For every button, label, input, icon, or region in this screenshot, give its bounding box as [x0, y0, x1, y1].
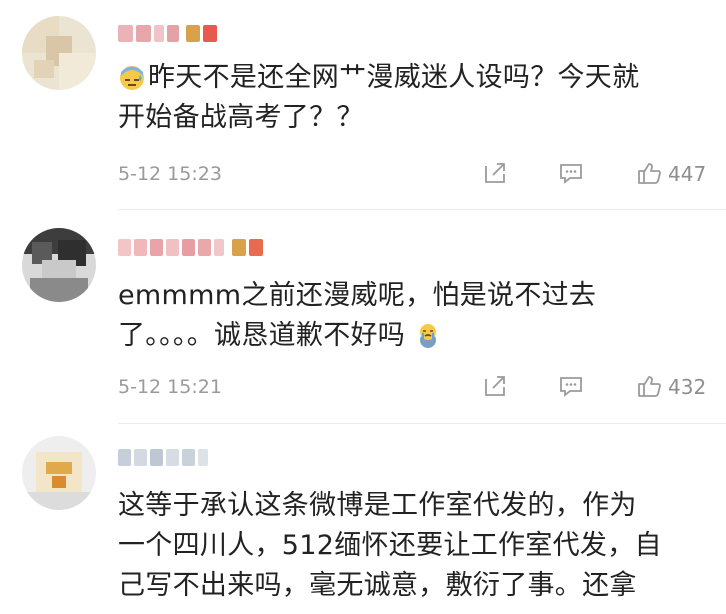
avatar[interactable]: [22, 436, 96, 510]
comment-text: 这等于承认这条微博是工作室代发的，作为 一个四川人，512缅怀还要让工作室代发，…: [118, 486, 708, 606]
timestamp: 5-12 15:21: [118, 376, 222, 398]
avatar[interactable]: [22, 16, 96, 90]
comment-icon[interactable]: [558, 373, 584, 399]
comment-item: emmmm之前还漫威呢，怕是说不过去 了。。。。诚恳道歉不好吗 5-12 15:…: [0, 210, 726, 424]
thumbs-up-icon[interactable]: [636, 373, 662, 399]
comment-icon[interactable]: [558, 160, 584, 186]
username-blurred[interactable]: [118, 446, 208, 468]
comment-line: 己写不出来吗，毫无诚意，敷衍了事。还拿: [118, 570, 637, 601]
forward-icon[interactable]: [482, 160, 508, 186]
comment-line: 这等于承认这条微博是工作室代发的，作为: [118, 490, 637, 521]
username-blurred[interactable]: [118, 236, 263, 258]
username-blurred[interactable]: [118, 22, 217, 44]
comment-feed: 昨天不是还全网艹漫威迷人设吗？今天就 开始备战高考了？？ 5-12 15:23 …: [0, 0, 726, 614]
comment-line: 了。。。。诚恳道歉不好吗: [118, 320, 406, 351]
forward-icon[interactable]: [482, 373, 508, 399]
comment-line: 一个四川人，512缅怀还要让工作室代发，自: [118, 530, 662, 561]
comment-meta: 5-12 15:21 432: [118, 373, 726, 403]
avatar[interactable]: [22, 228, 96, 302]
crying-face-emoji: [420, 324, 436, 348]
comment-line: emmmm之前还漫威呢，怕是说不过去: [118, 280, 597, 311]
sweat-face-emoji: [120, 66, 144, 90]
like-count: 447: [668, 162, 707, 186]
comment-meta: 5-12 15:23 447: [118, 160, 726, 190]
comment-text: emmmm之前还漫威呢，怕是说不过去 了。。。。诚恳道歉不好吗: [118, 276, 708, 356]
comment-item: 这等于承认这条微博是工作室代发的，作为 一个四川人，512缅怀还要让工作室代发，…: [0, 424, 726, 614]
like-count: 432: [668, 375, 707, 399]
comment-item: 昨天不是还全网艹漫威迷人设吗？今天就 开始备战高考了？？ 5-12 15:23 …: [0, 0, 726, 210]
timestamp: 5-12 15:23: [118, 163, 222, 185]
comment-line: 开始备战高考了？？: [118, 102, 364, 133]
thumbs-up-icon[interactable]: [636, 160, 662, 186]
comment-text: 昨天不是还全网艹漫威迷人设吗？今天就 开始备战高考了？？: [118, 58, 708, 138]
comment-line: 昨天不是还全网艹漫威迷人设吗？今天就: [148, 62, 640, 93]
